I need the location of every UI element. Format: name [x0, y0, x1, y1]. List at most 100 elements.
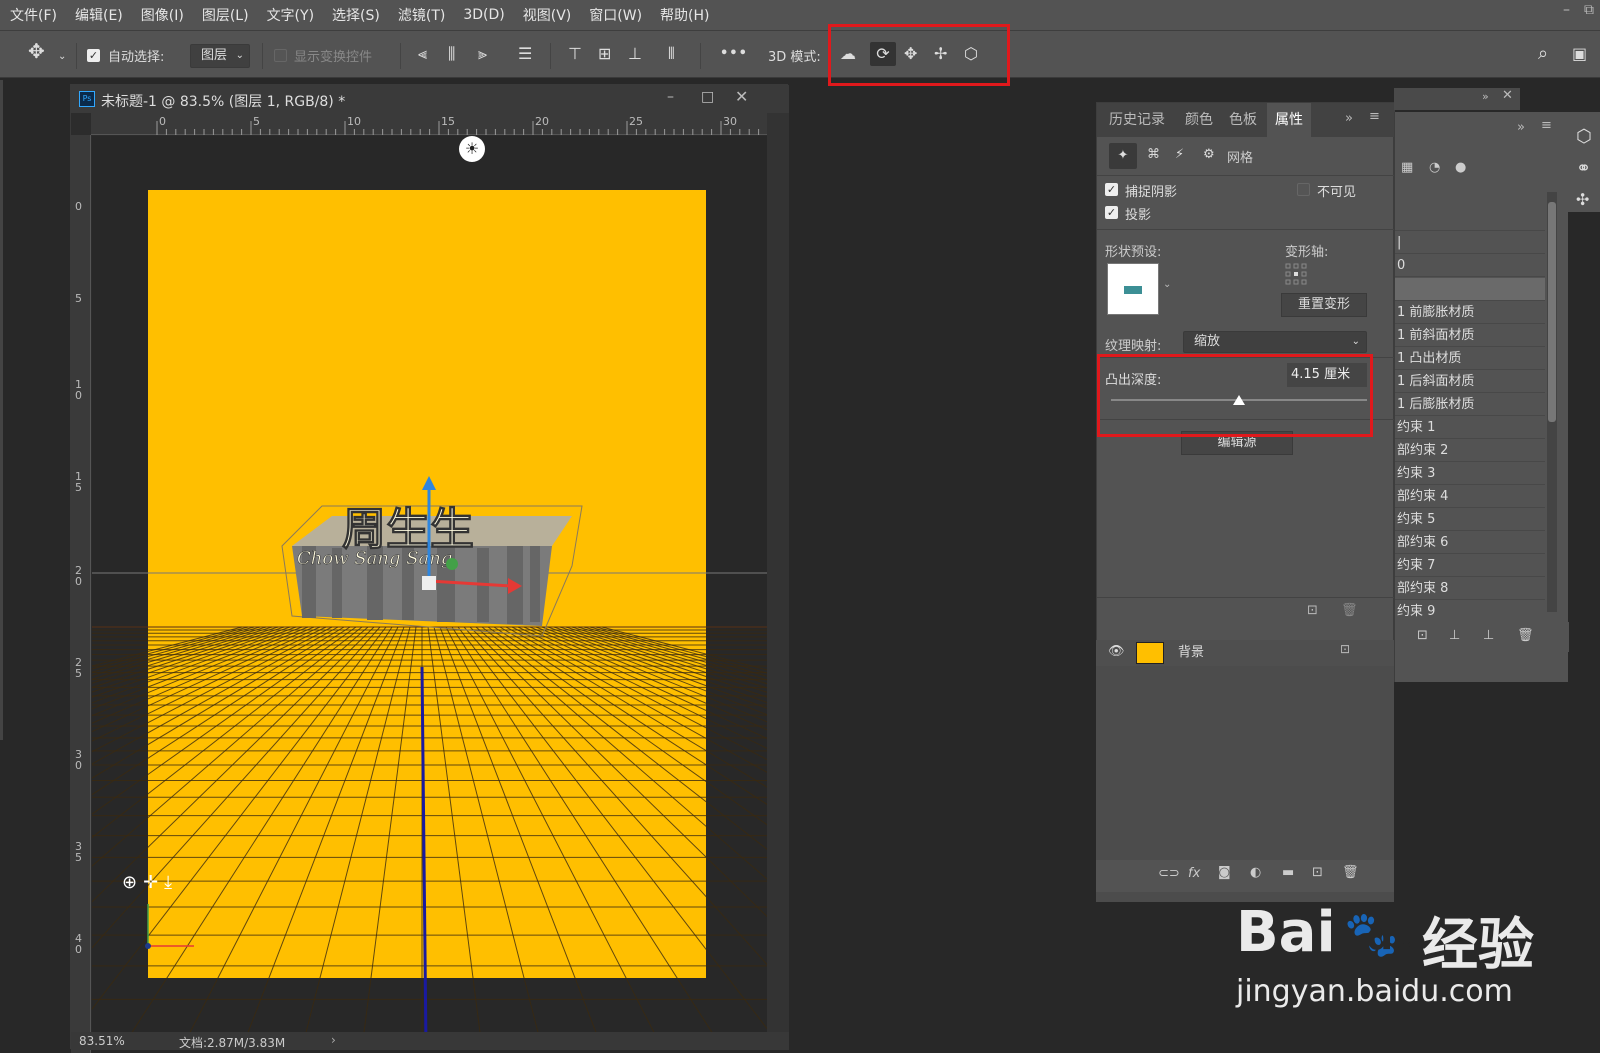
chevron-right-icon[interactable]: › — [331, 1033, 336, 1047]
menu-view[interactable]: 视图(V) — [523, 5, 572, 25]
workspace-icon[interactable]: ▣ — [1572, 44, 1587, 64]
list-item[interactable]: 1 前斜面材质 — [1395, 324, 1545, 347]
list-item[interactable]: 约束 5 — [1395, 508, 1545, 531]
cap-icon[interactable]: ⚡ — [1175, 147, 1184, 162]
align-top-icon[interactable]: ⊤ — [568, 44, 582, 64]
tab-properties[interactable]: 属性 — [1267, 103, 1311, 137]
close-icon[interactable]: ✕ — [1502, 88, 1513, 103]
light-bulb-icon[interactable]: ● — [1455, 160, 1466, 175]
trash-icon[interactable]: 🗑 — [1341, 603, 1358, 618]
layer-row[interactable]: 👁 背景 ⊡ — [1096, 640, 1394, 666]
menu-select[interactable]: 选择(S) — [332, 5, 380, 25]
list-item[interactable]: 约束 3 — [1395, 462, 1545, 485]
axis-widget-icons[interactable]: ⊕✛⤓ — [122, 872, 178, 893]
3d-text-object[interactable]: 周生生 Chow Sang Sang — [272, 476, 602, 656]
menu-type[interactable]: 文字(Y) — [267, 5, 314, 25]
add-light-icon[interactable]: ⊥ — [1449, 628, 1460, 643]
list-item[interactable]: | — [1395, 231, 1545, 254]
tab-color[interactable]: 颜色 — [1177, 103, 1221, 137]
list-item[interactable]: 约束 7 — [1395, 554, 1545, 577]
layer-dropdown[interactable]: 图层 ⌄ — [190, 44, 250, 68]
distribute-icon[interactable]: ☰ — [518, 44, 532, 64]
search-icon[interactable]: ⌕ — [1538, 44, 1548, 64]
list-item-selected[interactable] — [1395, 278, 1545, 301]
doc-close-button[interactable]: ✕ — [735, 87, 748, 106]
trash-icon[interactable]: 🗑 — [1517, 628, 1534, 643]
mesh-props-icon[interactable]: ✦ — [1109, 143, 1137, 169]
channels-icon[interactable]: ⚭ — [1576, 158, 1591, 179]
document-tab[interactable]: Ps 未标题-1 @ 83.5% (图层 1, RGB/8) * – □ ✕ — [71, 85, 789, 113]
vertical-scrollbar[interactable] — [767, 113, 789, 1050]
deform-axis-grid[interactable] — [1285, 263, 1307, 285]
pasteboard[interactable]: ☀ 周生生 Chow Sang Sang ⊕✛⤓ — [92, 136, 767, 1048]
menu-window[interactable]: 窗口(W) — [589, 5, 642, 25]
align-hcenter-icon[interactable]: ⫼ — [448, 44, 455, 64]
menu-3d[interactable]: 3D(D) — [463, 7, 504, 23]
tab-history[interactable]: 历史记录 — [1101, 103, 1173, 137]
auto-select-checkbox[interactable]: ✓ — [87, 49, 100, 62]
paths-icon[interactable]: ✣ — [1576, 190, 1589, 209]
material-icon[interactable]: ◔ — [1429, 160, 1440, 175]
list-item[interactable]: 部约束 2 — [1395, 439, 1545, 462]
list-item[interactable]: 0 — [1395, 254, 1545, 277]
watermark-url: jingyan.baidu.com — [1236, 974, 1513, 1009]
doc-size[interactable]: 文档:2.87M/3.83M — [179, 1034, 285, 1051]
3d-cube-icon[interactable]: ⬡ — [1576, 126, 1592, 147]
fx-icon[interactable]: fx — [1188, 866, 1200, 881]
align-right-icon[interactable]: ⫸ — [478, 44, 487, 64]
chevron-down-icon[interactable]: ⌄ — [58, 47, 66, 67]
list-item[interactable]: 约束 9 — [1395, 600, 1545, 623]
cast-shadow-checkbox[interactable]: ✓ — [1105, 206, 1118, 219]
light-icon[interactable]: ☀ — [459, 136, 485, 162]
show-transform-checkbox[interactable] — [274, 49, 287, 62]
collapse-icon[interactable]: » — [1482, 90, 1489, 103]
list-item[interactable]: 1 后膨胀材质 — [1395, 393, 1545, 416]
list-item[interactable]: 部约束 4 — [1395, 485, 1545, 508]
panel-menu-icon[interactable]: ≡ — [1369, 109, 1380, 124]
invisible-checkbox[interactable] — [1297, 183, 1310, 196]
align-bottom-icon[interactable]: ⊥ — [628, 44, 642, 64]
tab-swatches[interactable]: 色板 — [1221, 103, 1265, 137]
panel-menu-icon[interactable]: ≡ — [1541, 118, 1552, 133]
list-item[interactable]: 约束 1 — [1395, 416, 1545, 439]
list-item[interactable]: 1 后斜面材质 — [1395, 370, 1545, 393]
move-tool-icon[interactable]: ✥ — [28, 41, 45, 61]
filter-icon[interactable]: ▦ — [1401, 160, 1413, 175]
align-vcenter-icon[interactable]: ⊞ — [598, 44, 611, 64]
list-item[interactable] — [1395, 208, 1545, 231]
render-icon[interactable]: ⊡ — [1307, 603, 1318, 618]
menu-layer[interactable]: 图层(L) — [202, 5, 249, 25]
list-item[interactable]: 1 凸出材质 — [1395, 347, 1545, 370]
align-left-icon[interactable]: ⫷ — [418, 44, 427, 64]
list-item[interactable]: 1 前膨胀材质 — [1395, 301, 1545, 324]
render-icon[interactable]: ⊡ — [1417, 628, 1428, 643]
list-item[interactable]: 部约束 6 — [1395, 531, 1545, 554]
mask-icon[interactable]: ◙ — [1218, 865, 1231, 880]
more-options-button[interactable]: ••• — [720, 46, 748, 61]
menu-file[interactable]: 文件(F) — [10, 5, 57, 25]
texture-map-dropdown[interactable]: 缩放 ⌄ — [1183, 331, 1367, 353]
deform-icon[interactable]: ⌘ — [1147, 147, 1160, 162]
menu-help[interactable]: 帮助(H) — [660, 5, 709, 25]
expand-icon[interactable]: » — [1517, 120, 1525, 135]
doc-minimize-button[interactable]: – — [667, 89, 674, 105]
panel-expand-button[interactable]: » — [1345, 111, 1353, 126]
eye-icon[interactable]: 👁 — [1108, 644, 1125, 659]
reset-deform-button[interactable]: 重置变形 — [1281, 293, 1367, 317]
menu-edit[interactable]: 编辑(E) — [75, 5, 123, 25]
minimize-button[interactable]: – — [1563, 2, 1570, 18]
list-item[interactable]: 部约束 8 — [1395, 577, 1545, 600]
zoom-level[interactable]: 83.51% — [79, 1034, 125, 1048]
restore-button[interactable]: ⧉ — [1584, 2, 1594, 18]
shape-preset-thumbnail[interactable] — [1107, 263, 1159, 315]
link-icon[interactable]: ⊂⊃ — [1158, 866, 1180, 881]
scene-scrollbar[interactable] — [1547, 192, 1557, 612]
menu-image[interactable]: 图像(I) — [141, 5, 184, 25]
catch-shadow-checkbox[interactable]: ✓ — [1105, 183, 1118, 196]
doc-maximize-button[interactable]: □ — [701, 89, 714, 105]
coordinates-icon[interactable]: ⚙ — [1203, 147, 1215, 162]
menu-filter[interactable]: 滤镜(T) — [398, 5, 445, 25]
distribute-vertical-icon[interactable]: ⫴ — [668, 44, 675, 64]
chevron-down-icon[interactable]: ⌄ — [1163, 279, 1171, 290]
add-object-icon[interactable]: ⊥ — [1483, 628, 1494, 643]
